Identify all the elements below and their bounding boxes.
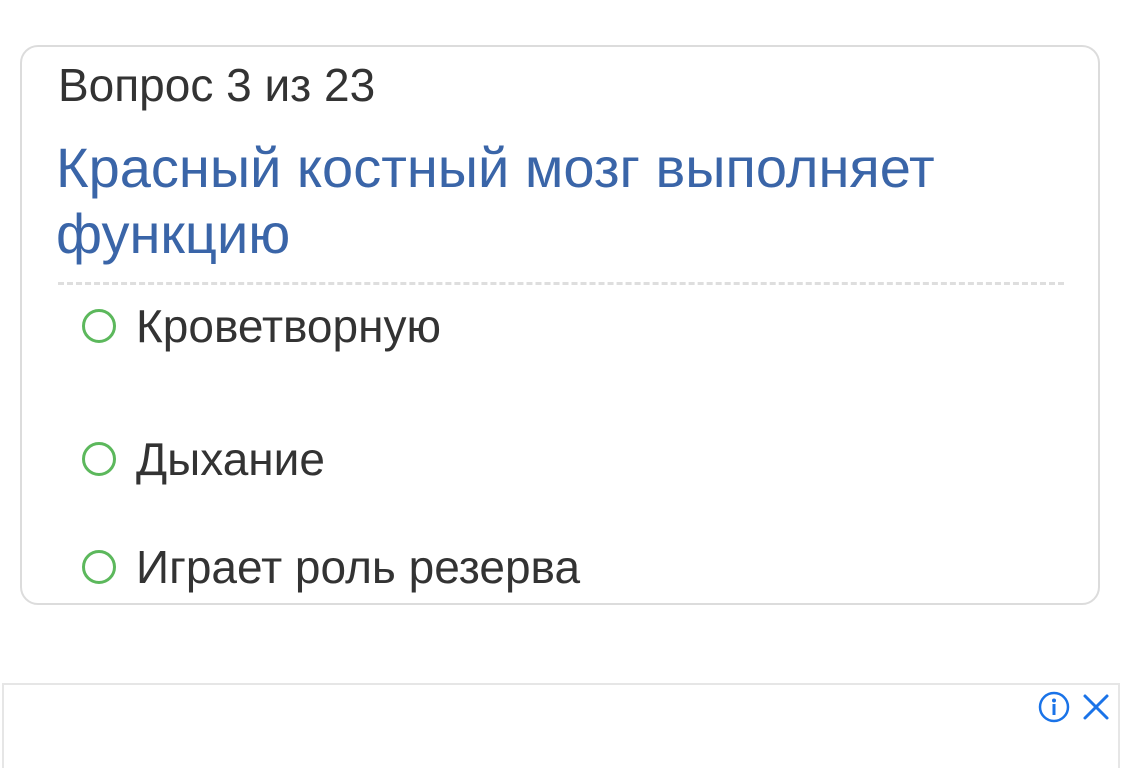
quiz-card: Вопрос 3 из 23 Красный костный мозг выпо…	[20, 45, 1100, 605]
answer-option[interactable]: Кроветворную	[82, 297, 1042, 355]
answer-option[interactable]: Дыхание	[82, 405, 1042, 513]
close-icon[interactable]	[1080, 691, 1112, 723]
option-label[interactable]: Играет роль резерва	[136, 541, 580, 593]
answer-options: Кроветворную Дыхание Играет роль резерва	[82, 297, 1042, 621]
option-label[interactable]: Кроветворную	[136, 300, 441, 352]
page: Вопрос 3 из 23 Красный костный мозг выпо…	[0, 0, 1122, 768]
divider	[58, 282, 1064, 285]
question-text: Красный костный мозг выполняет функцию	[56, 136, 935, 265]
option-label[interactable]: Дыхание	[136, 433, 325, 485]
info-icon[interactable]	[1038, 691, 1070, 723]
radio-button[interactable]	[82, 309, 116, 343]
radio-button[interactable]	[82, 550, 116, 584]
question-counter: Вопрос 3 из 23	[58, 59, 376, 111]
answer-option[interactable]: Играет роль резерва	[82, 513, 1042, 621]
radio-button[interactable]	[82, 442, 116, 476]
ad-banner[interactable]	[2, 683, 1120, 768]
